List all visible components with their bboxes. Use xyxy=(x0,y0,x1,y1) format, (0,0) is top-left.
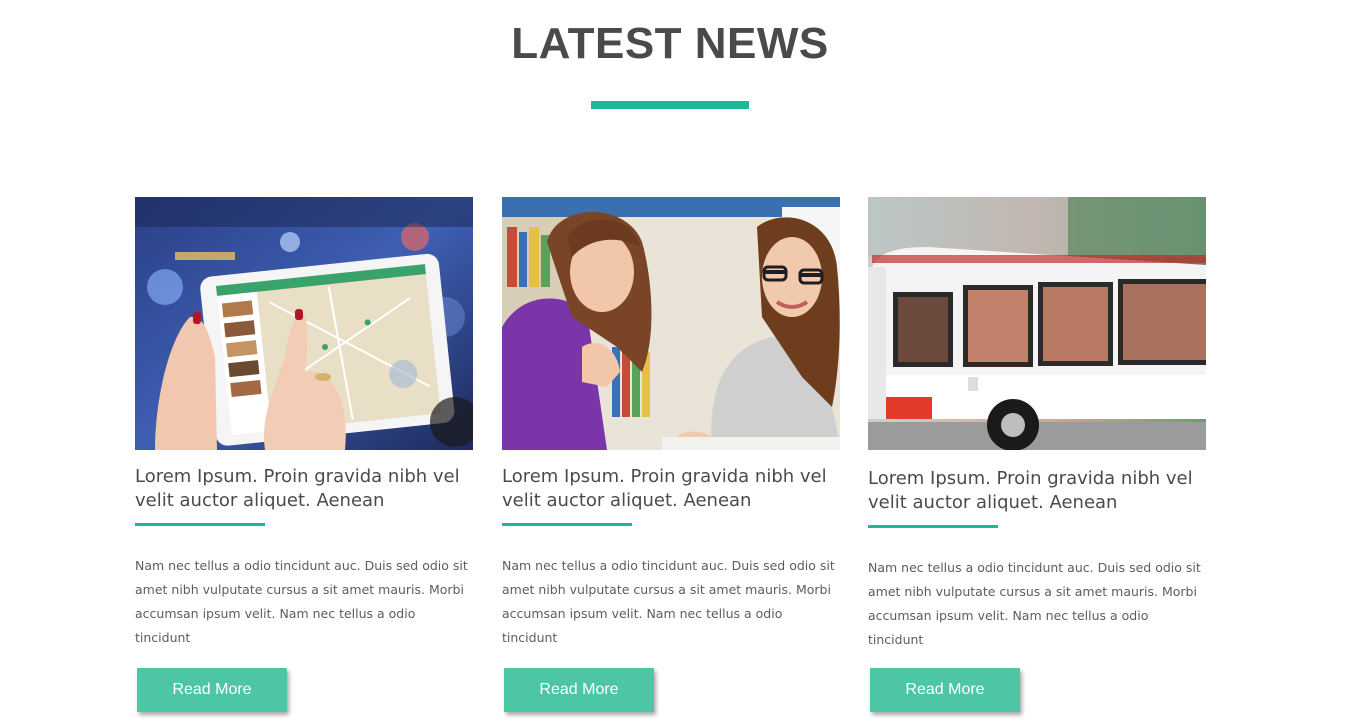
news-card: Lorem Ipsum. Proin gravida nibh vel veli… xyxy=(135,197,473,712)
students-studying-photo-icon xyxy=(502,197,840,450)
post-image[interactable] xyxy=(135,197,473,450)
post-headline[interactable]: Lorem Ipsum. Proin gravida nibh vel veli… xyxy=(502,465,832,513)
tablet-map-photo-icon xyxy=(135,197,473,450)
post-headline[interactable]: Lorem Ipsum. Proin gravida nibh vel veli… xyxy=(868,467,1198,515)
post-headline[interactable]: Lorem Ipsum. Proin gravida nibh vel veli… xyxy=(135,465,465,513)
news-card: Lorem Ipsum. Proin gravida nibh vel veli… xyxy=(502,197,840,712)
post-excerpt: Nam nec tellus a odio tincidunt auc. Dui… xyxy=(502,558,835,645)
headline-underline xyxy=(135,523,265,526)
read-more-button[interactable]: Read More xyxy=(137,668,287,712)
read-more-button[interactable]: Read More xyxy=(870,668,1020,712)
headline-underline xyxy=(502,523,632,526)
news-card: Lorem Ipsum. Proin gravida nibh vel veli… xyxy=(868,197,1206,712)
post-image[interactable] xyxy=(868,197,1206,450)
post-image[interactable] xyxy=(502,197,840,450)
post-excerpt: Nam nec tellus a odio tincidunt auc. Dui… xyxy=(135,558,468,645)
headline-underline xyxy=(868,525,998,528)
city-bus-photo-icon xyxy=(868,197,1206,450)
post-excerpt: Nam nec tellus a odio tincidunt auc. Dui… xyxy=(868,560,1201,647)
read-more-button[interactable]: Read More xyxy=(504,668,654,712)
section-title: LATEST NEWS xyxy=(511,19,829,68)
title-underline xyxy=(591,101,749,109)
